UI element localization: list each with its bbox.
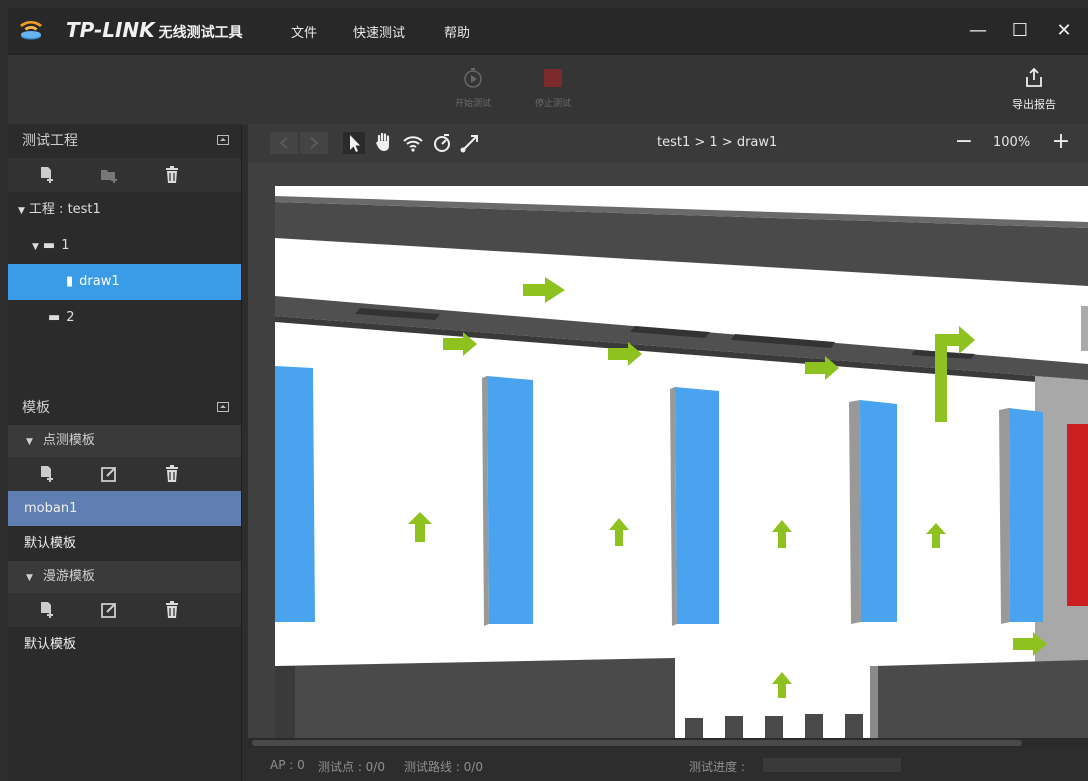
tree-folder-2[interactable]: ▬ 2 — [8, 300, 241, 336]
tree-folder-1[interactable]: ▼ ▬ 1 — [8, 228, 241, 264]
project-panel-header: 测试工程 — [8, 124, 241, 158]
export-report-label: 导出报告 — [1012, 98, 1056, 111]
folder-icon: ▬ — [42, 238, 56, 253]
stop-test-label: 停止测试 — [534, 99, 571, 109]
timer-play-icon — [464, 68, 482, 88]
left-panel: 测试工程 ▼ 工程 : test1 ▼ ▬ 1 ▮ draw1 ▬ 2 模板 ▼ 点测模板 — [8, 124, 242, 781]
start-test-label: 开始测试 — [454, 99, 491, 109]
tree-project-label: 工程 : test1 — [28, 202, 101, 217]
zoom-out-button[interactable]: − — [951, 128, 977, 156]
new-template-icon[interactable] — [38, 465, 56, 483]
floor-plan-drawing — [275, 196, 1088, 738]
stop-test-button[interactable]: 停止测试 — [528, 67, 578, 109]
route-line-icon[interactable] — [459, 132, 481, 154]
point-template-section[interactable]: ▼ 点测模板 — [8, 425, 241, 457]
start-test-button[interactable]: 开始测试 — [448, 67, 498, 109]
template-panel-header: 模板 — [8, 391, 241, 425]
tplink-logo-icon — [20, 21, 42, 40]
template-item-moban1[interactable]: moban1 — [8, 491, 241, 526]
new-folder-icon[interactable] — [100, 166, 118, 184]
project-panel-title: 测试工程 — [22, 133, 78, 149]
minimize-button[interactable]: — — [964, 17, 992, 45]
canvas-toolbar: test1 > 1 > draw1 − 100% + — [248, 124, 1088, 162]
brand-name: TP-LINK — [66, 18, 155, 42]
app-brand: TP-LINK 无线测试工具 — [66, 18, 243, 42]
maximize-button[interactable]: ☐ — [1006, 17, 1034, 45]
tree-folder-2-label: 2 — [66, 310, 75, 325]
expand-caret-icon: ▼ — [32, 242, 39, 252]
roam-template-section[interactable]: ▼ 漫游模板 — [8, 561, 241, 593]
new-file-icon[interactable] — [38, 166, 56, 184]
menu-file[interactable]: 文件 — [291, 22, 317, 41]
red-cabinet — [1067, 424, 1088, 606]
new-template-icon[interactable] — [38, 601, 56, 619]
title-bar: TP-LINK 无线测试工具 文件 快速测试 帮助 — ☐ ✕ — [8, 8, 1088, 54]
expand-caret-icon: ▼ — [26, 573, 33, 583]
test-point-count: 测试点 : 0/0 — [318, 760, 385, 774]
test-route-count: 测试路线 : 0/0 — [404, 760, 483, 774]
zoom-in-button[interactable]: + — [1048, 128, 1074, 156]
nav-arrows-icon[interactable] — [270, 132, 330, 154]
delete-icon[interactable] — [163, 166, 181, 184]
export-report-button[interactable]: 导出报告 — [1004, 67, 1064, 112]
wifi-icon[interactable] — [402, 132, 424, 154]
collapse-project-icon[interactable] — [217, 135, 229, 145]
menu-help[interactable]: 帮助 — [444, 22, 470, 41]
point-template-icon-row — [8, 457, 241, 491]
tree-folder-1-label: 1 — [61, 238, 70, 253]
pointer-icon[interactable] — [343, 132, 365, 154]
expand-caret-icon: ▼ — [26, 437, 33, 447]
collapse-template-icon[interactable] — [217, 402, 229, 412]
status-bar: AP : 0 测试点 : 0/0 测试路线 : 0/0 测试进度 : — [248, 748, 1088, 781]
horizontal-scrollbar[interactable] — [248, 738, 1088, 748]
folder-icon: ▬ — [48, 310, 61, 325]
delete-icon[interactable] — [163, 601, 181, 619]
tree-project[interactable]: ▼ 工程 : test1 — [8, 192, 241, 228]
floor-plan-image[interactable] — [275, 186, 1088, 738]
project-icon-row — [8, 158, 241, 192]
hand-pan-icon[interactable] — [374, 132, 394, 154]
zoom-level: 100% — [993, 135, 1031, 150]
roam-template-item-default[interactable]: 默认模板 — [8, 627, 241, 662]
point-template-title: 点测模板 — [42, 433, 95, 448]
timer-icon[interactable] — [431, 132, 453, 154]
edit-icon[interactable] — [100, 601, 118, 619]
test-progress-bar — [763, 758, 901, 772]
stop-icon — [544, 69, 562, 87]
template-panel-title: 模板 — [22, 400, 50, 416]
roam-template-title: 漫游模板 — [42, 569, 95, 584]
roam-template-icon-row — [8, 593, 241, 627]
delete-icon[interactable] — [163, 465, 181, 483]
tree-file-label: draw1 — [79, 274, 120, 289]
breadcrumb: test1 > 1 > draw1 — [657, 135, 778, 150]
progress-label: 测试进度 : — [689, 760, 745, 774]
close-button[interactable]: ✕ — [1050, 17, 1078, 45]
ap-count: AP : 0 — [270, 758, 305, 772]
edit-icon[interactable] — [100, 465, 118, 483]
menu-quick-test[interactable]: 快速测试 — [353, 22, 405, 41]
scrollbar-thumb[interactable] — [252, 740, 1022, 746]
app-subtitle: 无线测试工具 — [158, 25, 243, 41]
file-icon: ▮ — [66, 274, 74, 289]
main-toolbar: 开始测试 停止测试 导出报告 — [8, 54, 1088, 125]
export-icon — [1026, 67, 1042, 87]
template-item-default[interactable]: 默认模板 — [8, 526, 241, 561]
tree-file-draw1[interactable]: ▮ draw1 — [8, 264, 241, 300]
expand-caret-icon: ▼ — [18, 206, 25, 216]
